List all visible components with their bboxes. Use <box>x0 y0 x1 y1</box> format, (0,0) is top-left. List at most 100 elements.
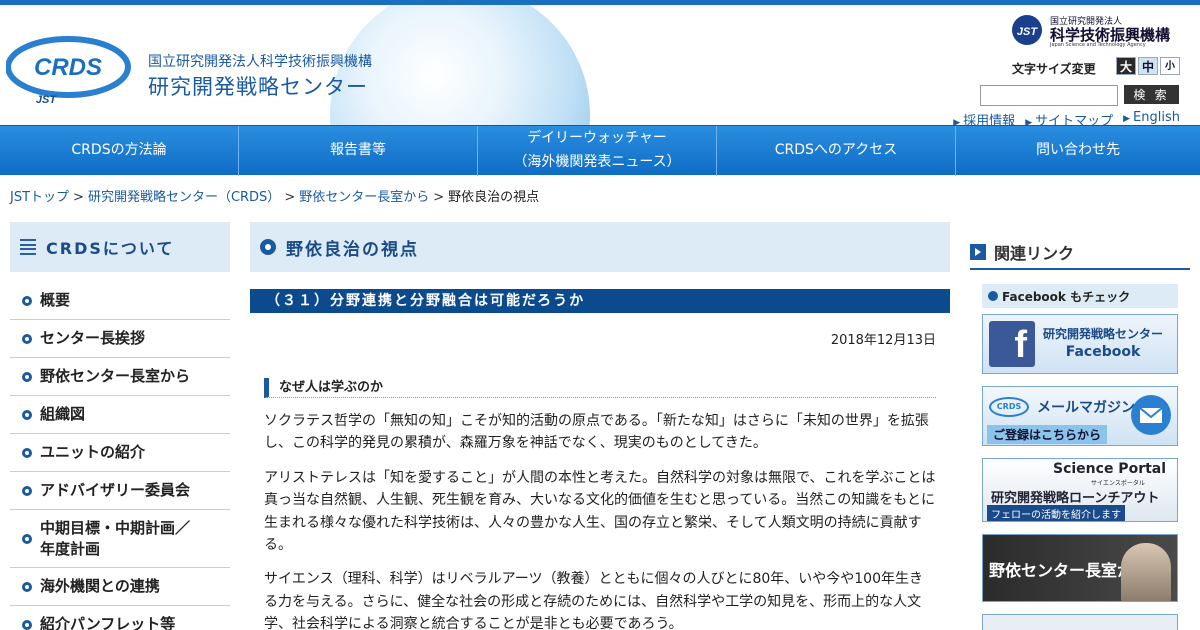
bullet-icon <box>22 447 32 458</box>
breadcrumb-link-crds[interactable]: 研究開発戦略センター（CRDS） <box>88 190 280 205</box>
portrait-image <box>1121 543 1171 601</box>
sidebar-item-org-chart[interactable]: 組織図 <box>10 396 230 434</box>
sidebar-item-units[interactable]: ユニットの紹介 <box>10 434 230 472</box>
nav-item-contact[interactable]: 問い合わせ先 <box>956 126 1200 176</box>
paragraph: サイエンス（理科、科学）はリベラルアーツ（教養）とともに個々の人びとに80年、い… <box>264 571 923 630</box>
breadcrumb-separator: > <box>284 190 296 205</box>
related-links-heading: 関連リンク <box>970 240 1190 270</box>
nav-item-label: 報告書等 <box>330 142 386 159</box>
font-size-small-button[interactable]: 小 <box>1160 57 1180 75</box>
triangle-right-icon: ▶ <box>1025 118 1033 125</box>
sidebar-item-pamphlet[interactable]: 紹介パンフレット等 <box>10 606 230 630</box>
breadcrumb-link-jst[interactable]: JSTトップ <box>10 190 69 205</box>
mail-banner-sub: ご登録はこちらから <box>987 425 1108 444</box>
facebook-banner[interactable]: f 研究開発戦略センター Facebook <box>982 314 1178 374</box>
nav-item-label: CRDSの方法論 <box>71 142 167 159</box>
sidebar-item-overseas[interactable]: 海外機関との連携 <box>10 568 230 606</box>
paragraph: アリストテレスは「知を愛すること」が人間の本性と考えた。自然科学の対象は無限で、… <box>264 469 936 553</box>
triangle-right-icon: ▶ <box>953 118 961 125</box>
nav-item-daily-watcher[interactable]: デイリーウォッチャー （海外機関発表ニュース） <box>478 126 717 176</box>
sidebar-title: CRDSについて <box>46 239 175 258</box>
jst-english-text: Japan Science and Technology Agency <box>1050 42 1146 48</box>
search-button[interactable]: 検 索 <box>1124 85 1179 104</box>
org-name-line2[interactable]: 研究開発戦略センター <box>148 71 368 101</box>
page-title: 野依良治の視点 <box>286 239 419 260</box>
facebook-check-label: Facebook もチェック <box>982 284 1178 308</box>
header-link-label: サイトマップ <box>1035 114 1114 125</box>
breadcrumb-separator: > <box>73 190 84 205</box>
jst-logo[interactable]: JST 国立研究開発法人 科学技術振興機構 Japan Science and … <box>1010 13 1180 49</box>
sidebar-heading: CRDSについて <box>10 222 230 272</box>
breadcrumb: JSTトップ > 研究開発戦略センター（CRDS） > 野依センター長室から > 野依良治の… <box>10 186 539 205</box>
bullet-icon <box>22 371 32 382</box>
header-link-label: English <box>1133 110 1180 125</box>
sidebar-item-label: ユニットの紹介 <box>40 443 146 461</box>
mail-banner-title: メールマガジン <box>1037 400 1135 416</box>
facebook-check-text: Facebook もチェック <box>1002 289 1131 304</box>
bullet-icon <box>22 333 32 344</box>
mail-magazine-banner[interactable]: CRDS メールマガジン ご登録はこちらから <box>982 386 1178 446</box>
sidebar-item-director-room[interactable]: 野依センター長室から <box>10 358 230 396</box>
science-portal-sub: サイエンスポータル <box>1091 480 1145 487</box>
nav-item-label: 問い合わせ先 <box>1036 142 1120 159</box>
sidebar-item-label: 組織図 <box>40 405 86 423</box>
font-size-large-button[interactable]: 大 <box>1116 57 1136 75</box>
nav-item-label: CRDSへのアクセス <box>774 142 898 159</box>
nav-item-reports[interactable]: 報告書等 <box>239 126 478 176</box>
section-heading: なぜ人は学ぶのか <box>264 378 936 398</box>
related-links-title: 関連リンク <box>994 244 1075 263</box>
next-banner[interactable] <box>982 614 1178 630</box>
site-header: CRDS JST 国立研究開発法人科学技術振興機構 研究開発戦略センター JST… <box>0 5 1200 125</box>
org-name-line1: 国立研究開発法人科学技術振興機構 <box>148 54 372 70</box>
search-input[interactable] <box>980 85 1118 106</box>
bullet-icon <box>22 533 32 544</box>
global-nav: CRDSの方法論 報告書等 デイリーウォッチャー （海外機関発表ニュース） CRD… <box>0 125 1200 176</box>
facebook-icon: f <box>989 321 1035 367</box>
list-icon <box>20 239 36 255</box>
paragraph: ソクラテス哲学の「無知の知」こそが知的活動の原点である。「新たな知」はさらに「未… <box>264 413 929 452</box>
bullet-icon <box>22 409 32 420</box>
sidebar-item-overview[interactable]: 概要 <box>10 282 230 320</box>
science-portal-caption: フェローの活動を紹介します <box>987 505 1125 521</box>
bullet-icon <box>22 581 32 592</box>
article-body: なぜ人は学ぶのか ソクラテス哲学の「無知の知」こそが知的活動の原点である。「新た… <box>250 378 950 630</box>
bullet-icon <box>22 485 32 496</box>
left-sidebar: CRDSについて 概要 センター長挨拶 野依センター長室から 組織図 ユニットの… <box>10 222 230 630</box>
bullet-icon <box>22 295 32 306</box>
nav-item-sublabel: （海外機関発表ニュース） <box>513 154 681 170</box>
bullet-icon <box>22 619 32 630</box>
font-size-medium-button[interactable]: 中 <box>1138 57 1158 75</box>
sidebar-item-greeting[interactable]: センター長挨拶 <box>10 320 230 358</box>
logo-sub: JST <box>36 94 57 105</box>
right-sidebar: 関連リンク Facebook もチェック f 研究開発戦略センター Facebo… <box>970 240 1190 630</box>
article-date: 2018年12月13日 <box>830 333 936 348</box>
sidebar-item-label: 中期目標・中期計画／ 年度計画 <box>40 518 191 558</box>
main-content: 野依良治の視点 （３１）分野連携と分野融合は可能だろうか 2018年12月13日… <box>250 222 950 630</box>
crds-logo[interactable]: CRDS JST <box>6 33 132 105</box>
sidebar-item-advisory[interactable]: アドバイザリー委員会 <box>10 472 230 510</box>
sidebar-item-label: 紹介パンフレット等 <box>40 615 176 630</box>
triangle-right-icon: ▶ <box>1123 114 1131 124</box>
logo-text: CRDS <box>34 54 102 81</box>
facebook-banner-line1: 研究開発戦略センター <box>1043 326 1164 341</box>
breadcrumb-separator: > <box>433 190 445 205</box>
science-portal-banner[interactable]: Science Portal サイエンスポータル 研究開発戦略ローンチアウト フ… <box>982 458 1178 522</box>
crds-mini-logo: CRDS <box>989 397 1029 417</box>
chevron-circle-icon <box>988 291 998 301</box>
breadcrumb-link-director-room[interactable]: 野依センター長室から <box>299 190 429 205</box>
director-room-banner[interactable]: 野依センター長室から <box>982 534 1178 602</box>
science-portal-title: Science Portal <box>1053 461 1167 477</box>
breadcrumb-current: 野依良治の視点 <box>448 190 540 205</box>
sidebar-item-label: センター長挨拶 <box>40 329 146 347</box>
nav-item-access[interactable]: CRDSへのアクセス <box>717 126 956 176</box>
svg-text:JST: JST <box>1017 26 1038 38</box>
header-link-english[interactable]: ▶ English <box>1123 110 1180 125</box>
header-link-recruit[interactable]: ▶ 採用情報 <box>953 110 1015 125</box>
nav-item-methodology[interactable]: CRDSの方法論 <box>0 126 239 176</box>
sidebar-item-label: 野依センター長室から <box>40 367 191 385</box>
header-link-sitemap[interactable]: ▶ サイトマップ <box>1025 110 1113 125</box>
nav-item-label: デイリーウォッチャー <box>527 130 667 147</box>
sidebar-item-plans[interactable]: 中期目標・中期計画／ 年度計画 <box>10 510 230 568</box>
header-link-label: 採用情報 <box>963 114 1016 125</box>
jst-emblem-icon: JST <box>1012 15 1042 45</box>
